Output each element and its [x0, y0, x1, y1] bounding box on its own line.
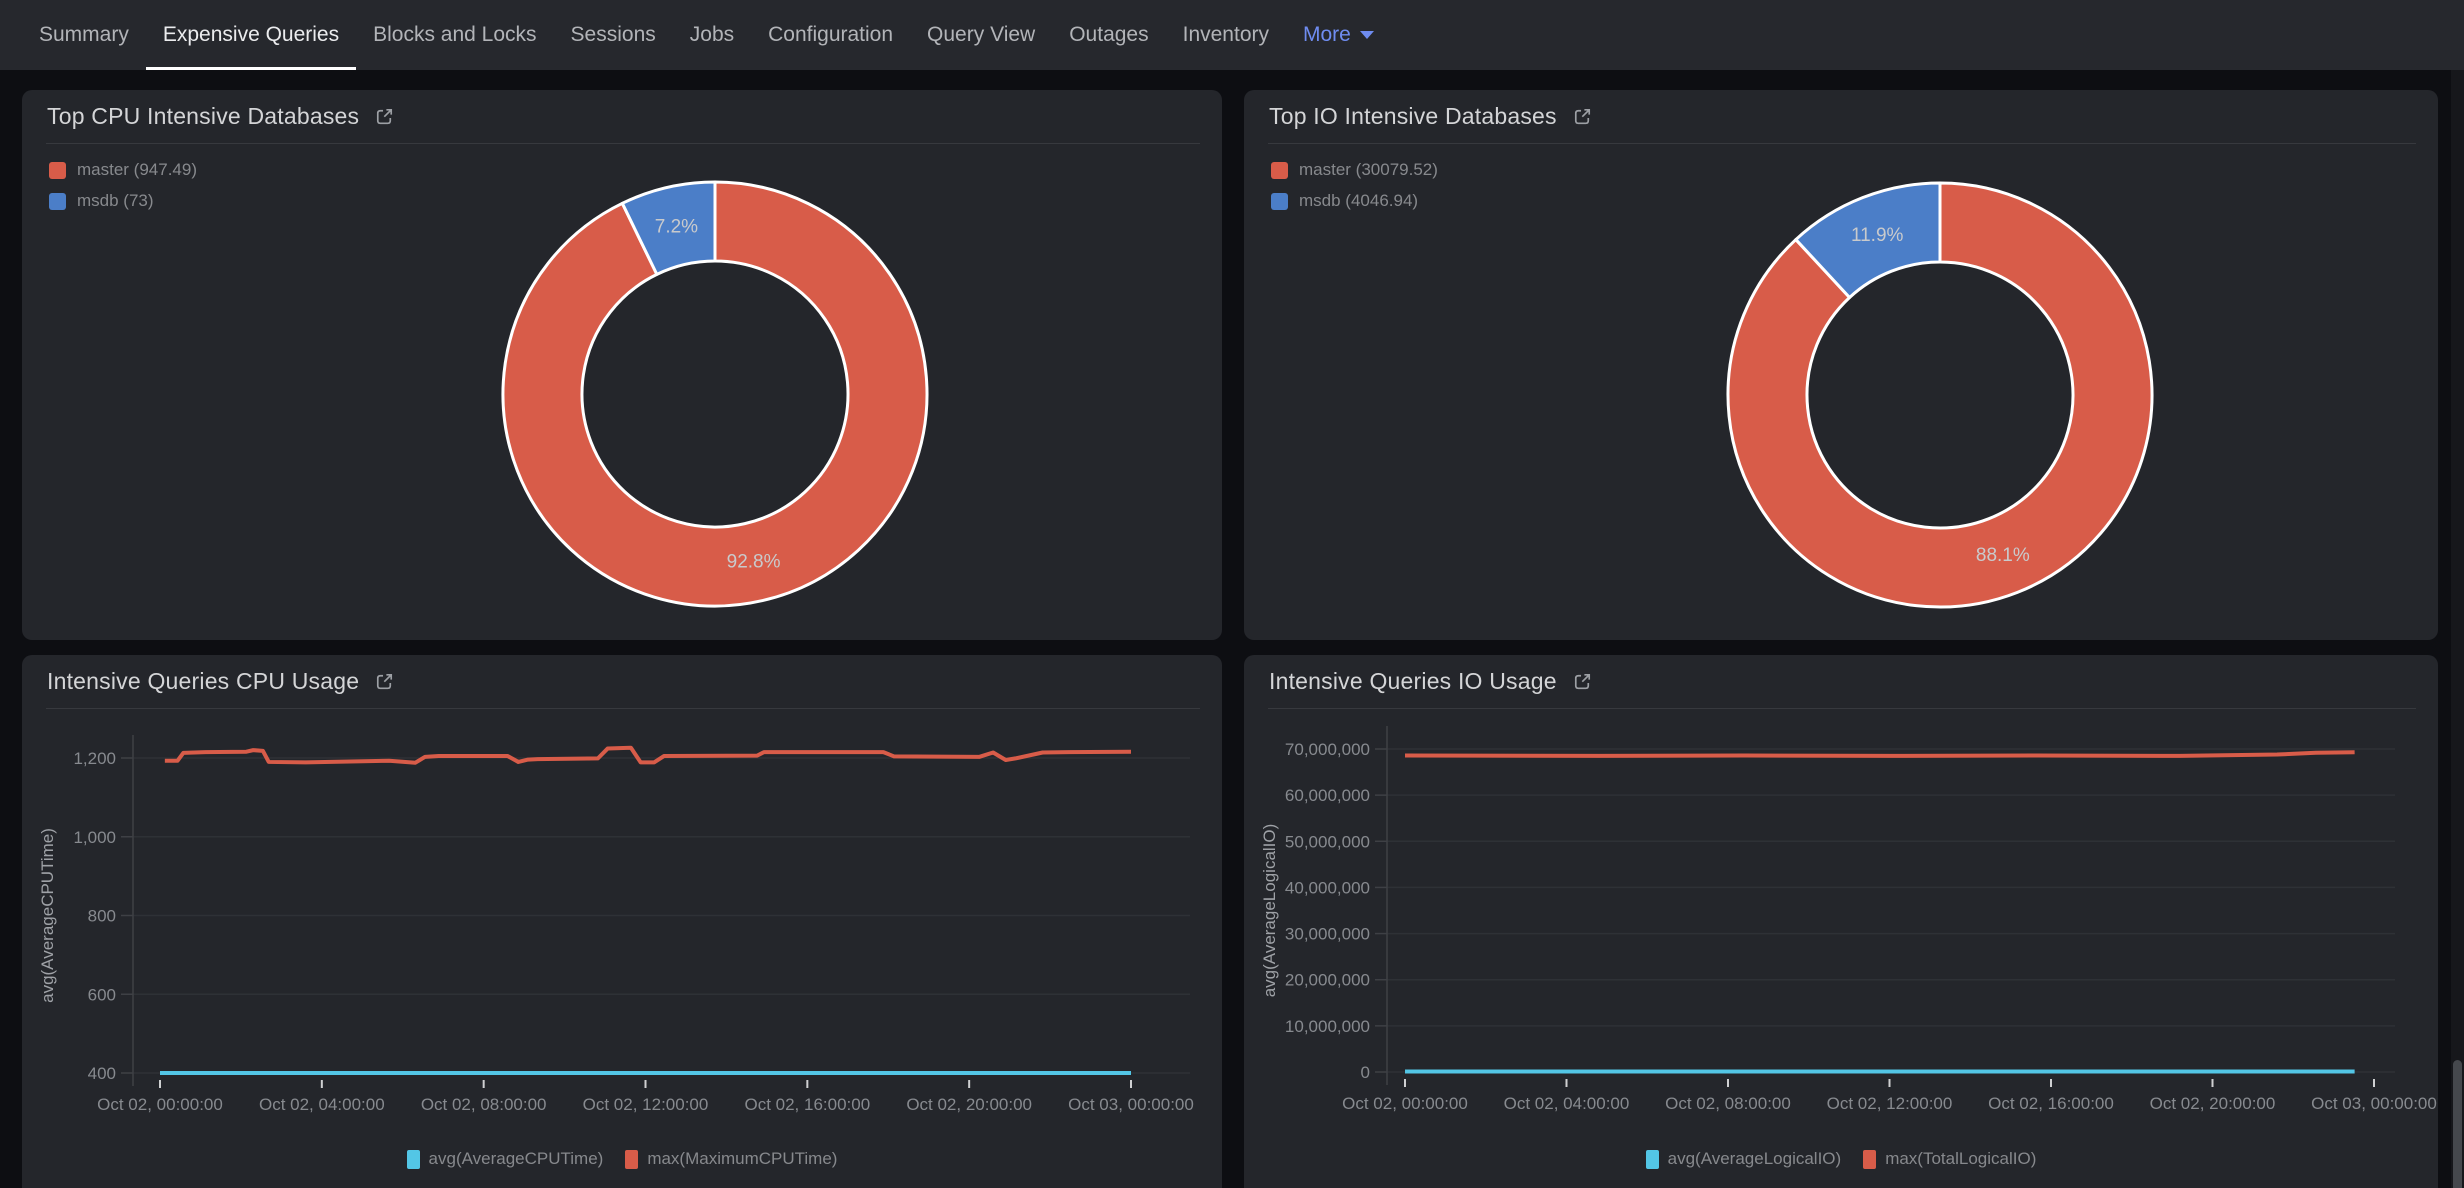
- nav-tab-label: Jobs: [689, 23, 735, 46]
- svg-text:Oct 02, 12:00:00: Oct 02, 12:00:00: [583, 1095, 709, 1114]
- svg-text:Oct 02, 00:00:00: Oct 02, 00:00:00: [1342, 1094, 1468, 1113]
- dashboard-screen: Summary Expensive Queries Blocks and Locks…: [0, 0, 2464, 1188]
- top-nav-bar: Summary Expensive Queries Blocks and Locks…: [0, 0, 2464, 70]
- legend-label: max(TotalLogicalIO): [1885, 1149, 2037, 1168]
- nav-tab-inventory[interactable]: Inventory: [1166, 0, 1286, 70]
- nav-tab-label: More: [1303, 23, 1351, 46]
- svg-text:Oct 02, 16:00:00: Oct 02, 16:00:00: [744, 1095, 870, 1114]
- nav-tab-outages[interactable]: Outages: [1052, 0, 1165, 70]
- io-usage-legend: avg(AverageLogicalIO) max(TotalLogicalIO): [1244, 1149, 2438, 1169]
- nav-tab-label: Configuration: [768, 23, 894, 46]
- legend-item[interactable]: max(TotalLogicalIO): [1863, 1149, 2036, 1169]
- panel-cpu-usage: Intensive Queries CPU Usage 400 600 800 1,0…: [22, 655, 1222, 1188]
- svg-text:Oct 02, 12:00:00: Oct 02, 12:00:00: [1827, 1094, 1953, 1113]
- nav-tab-more[interactable]: More: [1286, 0, 1391, 70]
- svg-text:7.2%: 7.2%: [655, 216, 698, 237]
- legend-item[interactable]: avg(AverageLogicalIO): [1645, 1149, 1842, 1169]
- legend-item[interactable]: avg(AverageCPUTime): [406, 1149, 604, 1169]
- chevron-down-icon: [1359, 31, 1374, 39]
- svg-text:Oct 02, 20:00:00: Oct 02, 20:00:00: [2150, 1094, 2276, 1113]
- svg-text:avg(AverageLogicalIO): avg(AverageLogicalIO): [1260, 824, 1279, 998]
- svg-text:Oct 02, 00:00:00: Oct 02, 00:00:00: [97, 1095, 223, 1114]
- legend-swatch: [625, 1149, 639, 1169]
- svg-text:92.8%: 92.8%: [727, 552, 781, 573]
- svg-text:50,000,000: 50,000,000: [1285, 832, 1370, 851]
- svg-text:Oct 02, 04:00:00: Oct 02, 04:00:00: [1504, 1094, 1630, 1113]
- io-usage-line-chart: 0 10,000,000 20,000,000 30,000,000 40,000,00…: [1260, 726, 2437, 1113]
- nav-tab-jobs[interactable]: Jobs: [673, 0, 751, 70]
- legend-swatch: [1645, 1149, 1659, 1169]
- cpu-usage-line-chart: 400 600 800 1,000 1,200 avg(AverageCPUTime) Oc…: [38, 735, 1194, 1114]
- panel-top-cpu-databases: Top CPU Intensive Databases master (947.…: [22, 90, 1222, 640]
- svg-text:600: 600: [88, 985, 116, 1004]
- scrollbar-thumb[interactable]: [2453, 1060, 2462, 1188]
- nav-tab-label: Sessions: [570, 23, 656, 46]
- svg-text:88.1%: 88.1%: [1976, 545, 2030, 566]
- svg-text:Oct 02, 08:00:00: Oct 02, 08:00:00: [1665, 1094, 1791, 1113]
- svg-text:400: 400: [88, 1064, 116, 1083]
- nav-tab-label: Blocks and Locks: [373, 23, 537, 46]
- nav-tab-label: Outages: [1069, 23, 1149, 46]
- nav-tab-query-view[interactable]: Query View: [910, 0, 1052, 70]
- svg-text:70,000,000: 70,000,000: [1285, 740, 1370, 759]
- svg-text:avg(AverageCPUTime): avg(AverageCPUTime): [38, 828, 57, 1003]
- nav-tab-label: Expensive Queries: [162, 23, 340, 46]
- svg-text:Oct 03, 00:00:00: Oct 03, 00:00:00: [1068, 1095, 1194, 1114]
- cpu-usage-legend: avg(AverageCPUTime) max(MaximumCPUTime): [22, 1149, 1222, 1169]
- legend-label: avg(AverageLogicalIO): [1667, 1149, 1842, 1168]
- svg-text:Oct 02, 20:00:00: Oct 02, 20:00:00: [906, 1095, 1032, 1114]
- svg-text:Oct 02, 08:00:00: Oct 02, 08:00:00: [421, 1095, 547, 1114]
- nav-tab-label: Summary: [39, 23, 129, 46]
- nav-tab-sessions[interactable]: Sessions: [554, 0, 673, 70]
- svg-text:1,000: 1,000: [73, 828, 116, 847]
- legend-swatch: [406, 1149, 420, 1169]
- svg-text:800: 800: [88, 907, 116, 926]
- legend-label: max(MaximumCPUTime): [647, 1149, 838, 1168]
- cpu-donut-chart: 92.8% 7.2%: [501, 180, 929, 608]
- nav-tab-configuration[interactable]: Configuration: [751, 0, 910, 70]
- legend-label: avg(AverageCPUTime): [428, 1149, 604, 1168]
- svg-text:Oct 02, 04:00:00: Oct 02, 04:00:00: [259, 1095, 385, 1114]
- scrollbar-track[interactable]: [2451, 70, 2464, 1188]
- nav-tab-expensive-queries[interactable]: Expensive Queries: [145, 0, 357, 70]
- legend-item[interactable]: max(MaximumCPUTime): [625, 1149, 837, 1169]
- nav-tab-label: Query View: [927, 23, 1036, 46]
- svg-text:40,000,000: 40,000,000: [1285, 878, 1370, 897]
- nav-tab-blocks-and-locks[interactable]: Blocks and Locks: [356, 0, 553, 70]
- legend-swatch: [1863, 1149, 1877, 1169]
- svg-text:1,200: 1,200: [73, 749, 116, 768]
- svg-text:Oct 02, 16:00:00: Oct 02, 16:00:00: [1988, 1094, 2114, 1113]
- svg-text:60,000,000: 60,000,000: [1285, 786, 1370, 805]
- io-donut-chart: 88.1% 11.9%: [1726, 181, 2154, 609]
- svg-text:10,000,000: 10,000,000: [1285, 1017, 1370, 1036]
- nav-tab-summary[interactable]: Summary: [22, 0, 146, 70]
- svg-text:11.9%: 11.9%: [1851, 225, 1904, 246]
- panel-io-usage: Intensive Queries IO Usage 0 10,000,000 20…: [1244, 655, 2438, 1188]
- svg-text:0: 0: [1361, 1063, 1370, 1082]
- svg-text:Oct 03, 00:00:00: Oct 03, 00:00:00: [2311, 1094, 2437, 1113]
- svg-text:20,000,000: 20,000,000: [1285, 971, 1370, 990]
- panel-top-io-databases: Top IO Intensive Databases master (30079…: [1244, 90, 2438, 640]
- nav-tab-label: Inventory: [1182, 23, 1269, 46]
- svg-text:30,000,000: 30,000,000: [1285, 925, 1370, 944]
